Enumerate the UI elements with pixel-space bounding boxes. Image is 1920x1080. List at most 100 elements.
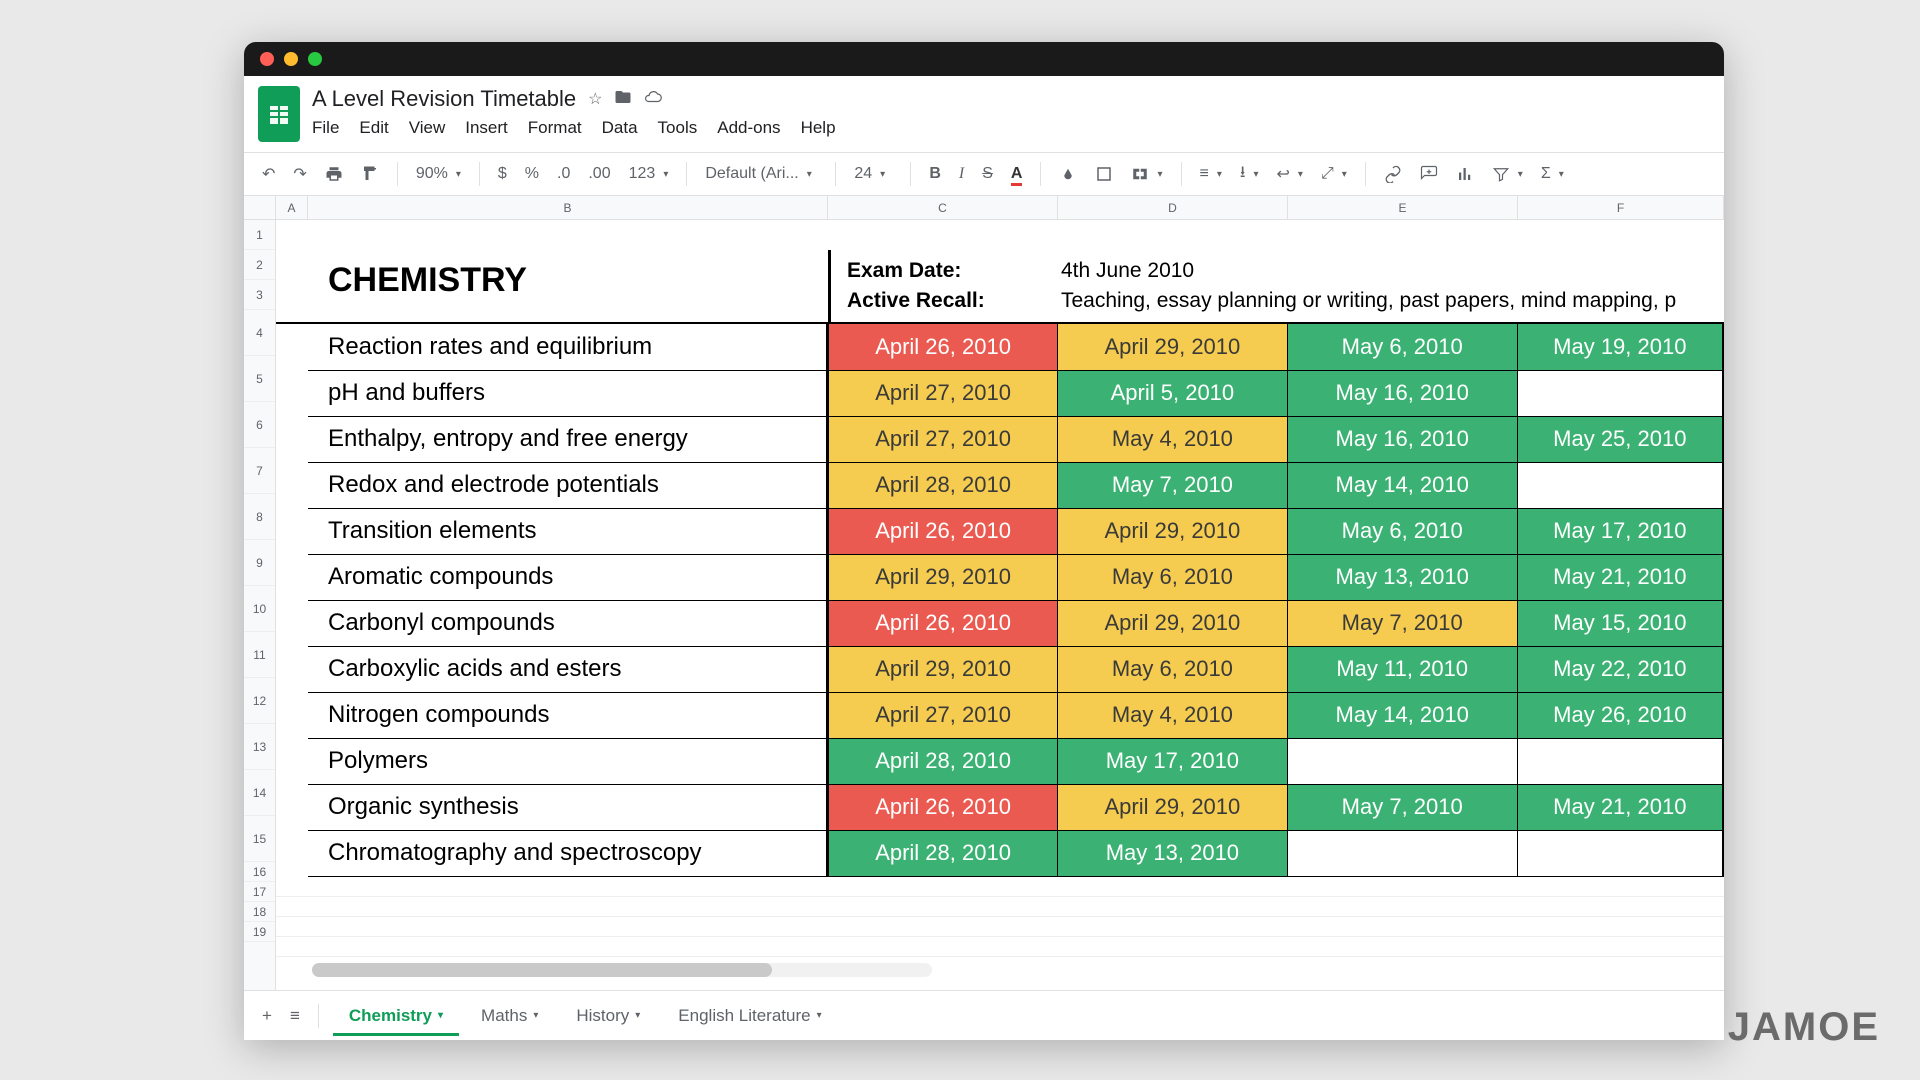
date-cell[interactable] [1517, 738, 1723, 784]
borders-button[interactable] [1091, 161, 1117, 187]
row-header[interactable]: 4 [244, 310, 275, 356]
font-family-select[interactable]: Default (Ari... [701, 161, 821, 187]
column-header[interactable]: A [276, 196, 308, 219]
date-cell[interactable]: May 7, 2010 [1287, 600, 1517, 646]
date-cell[interactable]: April 28, 2010 [828, 738, 1058, 784]
date-cell[interactable]: May 4, 2010 [1057, 692, 1287, 738]
date-cell[interactable]: May 22, 2010 [1517, 646, 1723, 692]
text-wrap-button[interactable]: ↩ [1273, 160, 1307, 188]
row-header[interactable]: 17 [244, 882, 275, 902]
window-close-button[interactable] [260, 52, 274, 66]
row-header[interactable]: 8 [244, 494, 275, 540]
window-maximize-button[interactable] [308, 52, 322, 66]
document-title[interactable]: A Level Revision Timetable [312, 86, 576, 112]
date-cell[interactable] [1287, 738, 1517, 784]
date-cell[interactable]: May 17, 2010 [1517, 508, 1723, 554]
menu-view[interactable]: View [409, 118, 446, 138]
number-format-select[interactable]: 123 [625, 161, 673, 187]
redo-button[interactable]: ↷ [289, 160, 310, 188]
topic-cell[interactable]: Redox and electrode potentials [308, 462, 828, 508]
sheets-logo-icon[interactable] [258, 86, 300, 142]
date-cell[interactable]: May 26, 2010 [1517, 692, 1723, 738]
insert-link-button[interactable] [1380, 161, 1406, 187]
cloud-status-icon[interactable] [644, 88, 662, 111]
date-cell[interactable]: May 6, 2010 [1057, 646, 1287, 692]
date-cell[interactable] [1287, 830, 1517, 876]
date-cell[interactable]: April 27, 2010 [828, 370, 1058, 416]
date-cell[interactable]: May 6, 2010 [1057, 554, 1287, 600]
text-rotation-button[interactable]: ⤢ [1317, 161, 1351, 187]
topic-cell[interactable]: Organic synthesis [308, 784, 828, 830]
currency-format-button[interactable]: $ [494, 161, 511, 187]
date-cell[interactable]: April 29, 2010 [1057, 324, 1287, 370]
row-header[interactable]: 10 [244, 586, 275, 632]
date-cell[interactable] [1517, 830, 1723, 876]
add-sheet-button[interactable]: + [258, 1002, 276, 1030]
date-cell[interactable]: April 5, 2010 [1057, 370, 1287, 416]
menu-tools[interactable]: Tools [658, 118, 698, 138]
date-cell[interactable]: May 17, 2010 [1057, 738, 1287, 784]
grid-area[interactable]: CHEMISTRY Exam Date: 4th June 2010 Activ… [276, 220, 1724, 990]
date-cell[interactable]: April 29, 2010 [1057, 508, 1287, 554]
row-header[interactable]: 7 [244, 448, 275, 494]
column-header[interactable]: B [308, 196, 828, 219]
all-sheets-button[interactable]: ≡ [286, 1002, 304, 1030]
date-cell[interactable]: May 13, 2010 [1287, 554, 1517, 600]
increase-decimal-button[interactable]: .00 [584, 161, 614, 187]
menu-file[interactable]: File [312, 118, 339, 138]
date-cell[interactable]: May 19, 2010 [1517, 324, 1723, 370]
filter-button[interactable] [1488, 161, 1527, 187]
column-header[interactable]: E [1288, 196, 1518, 219]
row-header[interactable]: 19 [244, 922, 275, 942]
date-cell[interactable]: May 16, 2010 [1287, 416, 1517, 462]
topic-cell[interactable]: Polymers [308, 738, 828, 784]
date-cell[interactable]: April 29, 2010 [828, 646, 1058, 692]
date-cell[interactable]: April 28, 2010 [828, 462, 1058, 508]
sheet-tab-chemistry[interactable]: Chemistry ▾ [333, 996, 459, 1036]
menu-data[interactable]: Data [602, 118, 638, 138]
topic-cell[interactable]: Transition elements [308, 508, 828, 554]
star-icon[interactable]: ☆ [588, 89, 602, 109]
date-cell[interactable]: April 26, 2010 [828, 508, 1058, 554]
bold-button[interactable]: B [925, 161, 945, 187]
date-cell[interactable]: May 7, 2010 [1057, 462, 1287, 508]
font-size-select[interactable]: 24 [850, 161, 896, 187]
date-cell[interactable]: May 4, 2010 [1057, 416, 1287, 462]
column-header[interactable]: D [1058, 196, 1288, 219]
vertical-align-button[interactable]: ⭳ [1236, 157, 1263, 192]
topic-cell[interactable]: Carbonyl compounds [308, 600, 828, 646]
percent-format-button[interactable]: % [521, 161, 543, 187]
row-header[interactable]: 14 [244, 770, 275, 816]
row-header[interactable]: 16 [244, 862, 275, 882]
row-header[interactable]: 11 [244, 632, 275, 678]
date-cell[interactable]: May 7, 2010 [1287, 784, 1517, 830]
column-header[interactable]: C [828, 196, 1058, 219]
date-cell[interactable]: April 27, 2010 [828, 416, 1058, 462]
date-cell[interactable]: April 27, 2010 [828, 692, 1058, 738]
insert-comment-button[interactable] [1416, 161, 1442, 187]
undo-button[interactable]: ↶ [258, 160, 279, 188]
date-cell[interactable]: May 15, 2010 [1517, 600, 1723, 646]
fill-color-button[interactable] [1055, 161, 1081, 187]
row-header[interactable]: 12 [244, 678, 275, 724]
date-cell[interactable]: May 13, 2010 [1057, 830, 1287, 876]
move-folder-icon[interactable] [614, 88, 632, 111]
date-cell[interactable]: April 26, 2010 [828, 784, 1058, 830]
date-cell[interactable] [1517, 462, 1723, 508]
date-cell[interactable]: May 6, 2010 [1287, 324, 1517, 370]
print-button[interactable] [321, 161, 347, 187]
date-cell[interactable]: May 11, 2010 [1287, 646, 1517, 692]
menu-format[interactable]: Format [528, 118, 582, 138]
topic-cell[interactable]: Enthalpy, entropy and free energy [308, 416, 828, 462]
date-cell[interactable]: May 14, 2010 [1287, 462, 1517, 508]
date-cell[interactable] [1517, 370, 1723, 416]
menu-help[interactable]: Help [801, 118, 836, 138]
menu-insert[interactable]: Insert [465, 118, 508, 138]
row-header[interactable]: 2 [244, 250, 275, 280]
topic-cell[interactable]: pH and buffers [308, 370, 828, 416]
date-cell[interactable]: May 6, 2010 [1287, 508, 1517, 554]
text-color-button[interactable]: A [1007, 161, 1027, 187]
functions-button[interactable]: Σ [1537, 161, 1568, 187]
merge-cells-button[interactable] [1127, 161, 1166, 187]
insert-chart-button[interactable] [1452, 161, 1478, 187]
